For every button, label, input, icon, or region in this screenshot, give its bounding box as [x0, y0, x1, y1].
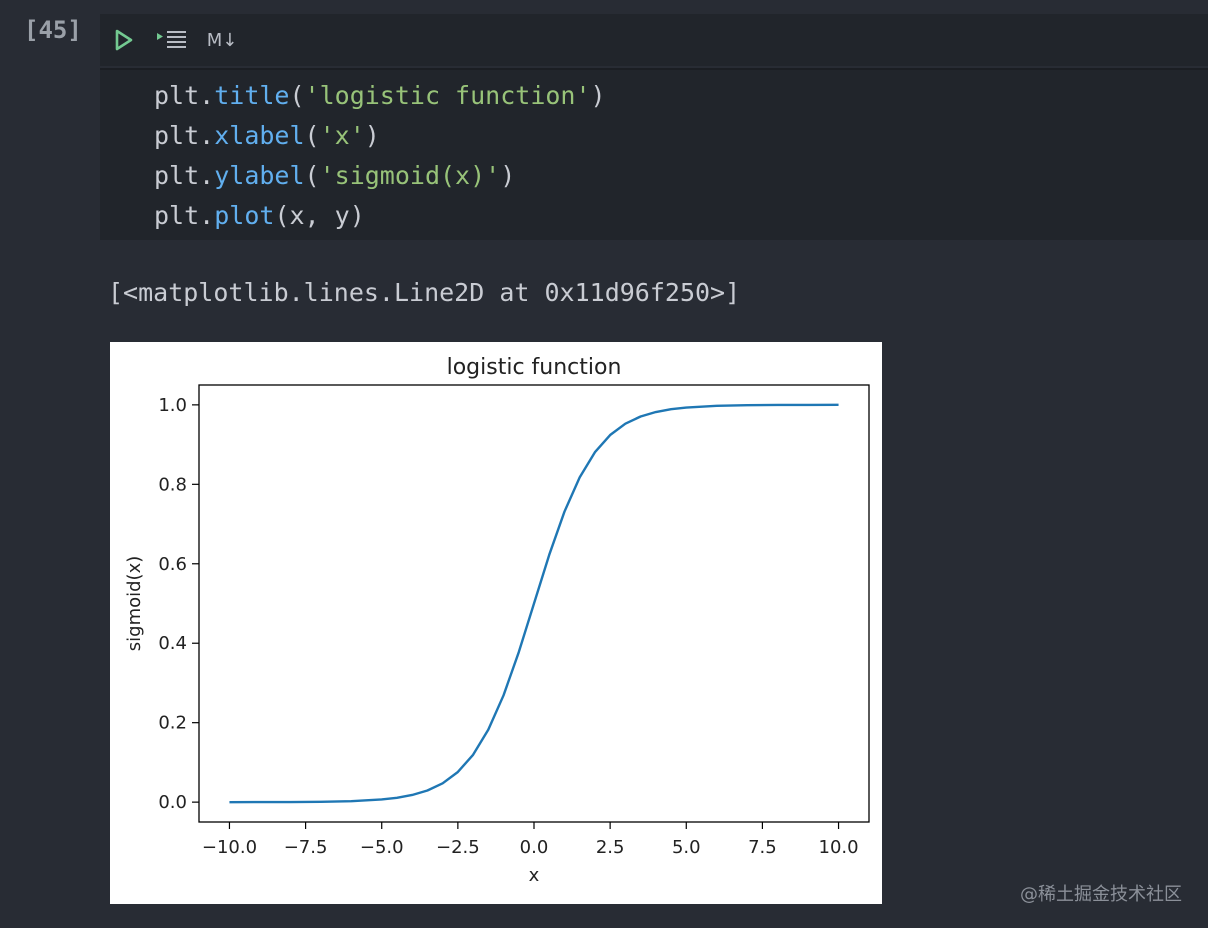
- y-tick-label: 0.2: [158, 713, 187, 734]
- x-tick-label: 5.0: [672, 837, 701, 858]
- x-tick-label: −5.0: [360, 837, 404, 858]
- code-token: 'logistic function': [304, 81, 591, 110]
- plot-output: −10.0 −7.5 −5.0 −2.5 0.0 2.5 5.0 7.5 10.0 0.0 0.2 0…: [110, 342, 882, 904]
- code-token: xlabel: [214, 121, 305, 150]
- code-token: ): [590, 81, 606, 110]
- code-token: plt.: [154, 81, 215, 110]
- code-token: plot: [214, 201, 275, 230]
- y-tick-label: 0.8: [158, 474, 187, 495]
- code-token: ): [364, 121, 380, 150]
- run-below-icon: [157, 31, 186, 48]
- chart-title: logistic function: [447, 355, 622, 380]
- run-below-button[interactable]: [156, 27, 188, 53]
- code-token: (x, y): [274, 201, 365, 230]
- code-token: 'sigmoid(x)': [319, 161, 501, 190]
- logistic-chart: −10.0 −7.5 −5.0 −2.5 0.0 2.5 5.0 7.5 10.0 0.0 0.2 0…: [124, 355, 870, 886]
- code-token: (: [304, 121, 320, 150]
- code-line: plt.title('logistic function'): [154, 76, 1208, 116]
- code-token: 'x': [319, 121, 365, 150]
- x-axis-label: x: [529, 865, 540, 886]
- code-editor[interactable]: plt.title('logistic function') plt.xlabel…: [100, 68, 1208, 240]
- x-tick-label: 2.5: [596, 837, 625, 858]
- x-tick-label: −7.5: [284, 837, 328, 858]
- code-token: (: [304, 161, 320, 190]
- watermark: @稀土掘金技术社区: [1020, 884, 1182, 905]
- x-tick-label: −10.0: [202, 837, 257, 858]
- y-tick-label: 0.0: [158, 792, 187, 813]
- code-token: ylabel: [214, 161, 305, 190]
- y-tick-label: 0.4: [158, 633, 187, 654]
- x-tick-label: 10.0: [819, 837, 859, 858]
- code-token: plt.: [154, 201, 215, 230]
- code-token: plt.: [154, 161, 215, 190]
- code-line: plt.ylabel('sigmoid(x)'): [154, 156, 1208, 196]
- code-line: plt.plot(x, y): [154, 196, 1208, 236]
- markdown-button[interactable]: M↓: [206, 27, 238, 53]
- code-token: plt.: [154, 121, 215, 150]
- play-icon: [115, 29, 133, 51]
- execution-count: [45]: [24, 16, 82, 44]
- cell-toolbar: M↓: [100, 14, 1208, 66]
- x-tick-label: 0.0: [520, 837, 549, 858]
- y-tick-label: 1.0: [158, 395, 187, 416]
- y-tick-label: 0.6: [158, 554, 187, 575]
- y-axis-label: sigmoid(x): [124, 556, 145, 651]
- series-line: [229, 403, 839, 804]
- output-text: [<matplotlib.lines.Line2D at 0x11d96f250…: [108, 278, 741, 307]
- code-token: title: [214, 81, 290, 110]
- code-token: (: [289, 81, 305, 110]
- run-cell-button[interactable]: [114, 27, 134, 53]
- x-tick-label: −2.5: [436, 837, 480, 858]
- code-line: plt.xlabel('x'): [154, 116, 1208, 156]
- code-token: ): [500, 161, 516, 190]
- x-tick-label: 7.5: [748, 837, 777, 858]
